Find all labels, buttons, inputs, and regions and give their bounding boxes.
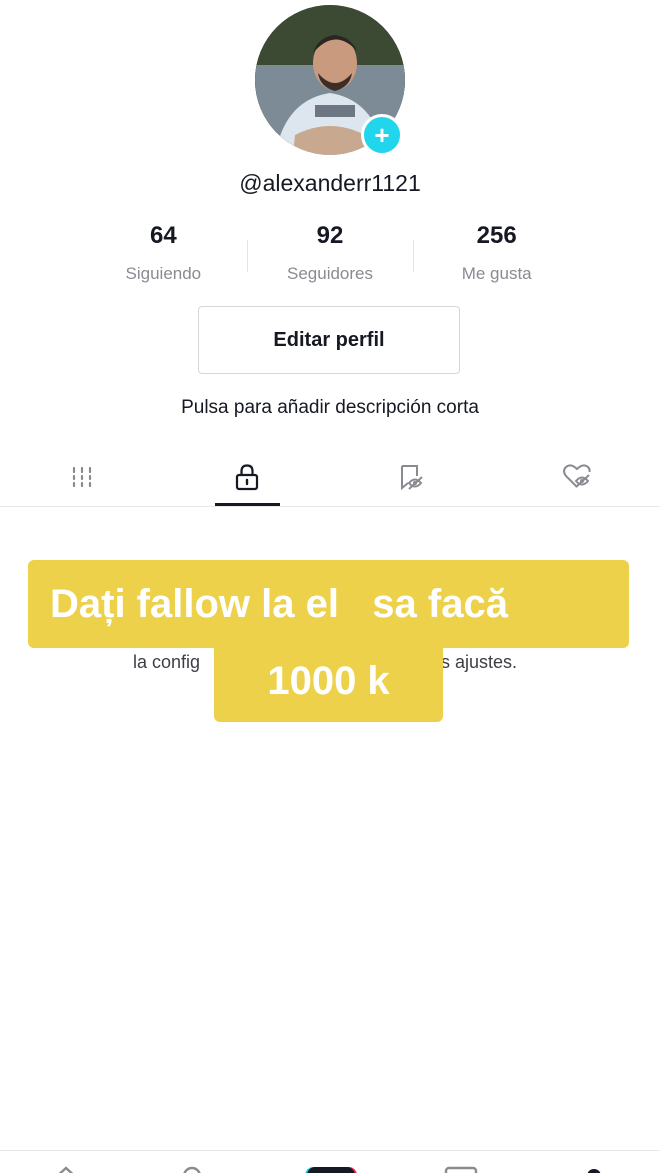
stat-likes[interactable]: 256 Me gusta [413,222,580,292]
heart-hidden-icon [563,464,591,488]
tab-liked[interactable] [543,448,613,506]
overlay-caption-line2: 1000 k [214,640,443,722]
tab-videos[interactable] [47,448,117,506]
stat-followers-label: Seguidores [287,264,374,283]
stat-followers[interactable]: 92 Seguidores [246,222,414,292]
add-bio-prompt[interactable]: Pulsa para añadir descripción corta [0,397,660,419]
active-tab-indicator [215,503,280,506]
profile-tabs [0,448,660,507]
overlay-caption-line1: Dați fallow la el sa facă [28,560,629,648]
bookmark-hidden-icon [401,465,423,491]
lock-icon [235,464,259,491]
stat-likes-value: 256 [476,222,517,249]
bottom-nav [0,1150,660,1173]
tab-private[interactable] [212,448,282,506]
grid-icon [72,466,92,488]
stat-following-value: 64 [149,222,177,249]
private-notice-right: s ajustes. [441,652,518,672]
stat-followers-value: 92 [316,222,344,249]
tab-saved[interactable] [377,448,447,506]
private-notice-left: la config [133,652,201,672]
username: @alexanderr1121 [239,170,421,196]
add-avatar-button[interactable]: + [361,114,403,156]
stats-row: 64 Siguiendo 92 Seguidores 256 Me gusta [80,222,580,292]
stat-following[interactable]: 64 Siguiendo [80,222,247,292]
stat-likes-label: Me gusta [461,264,532,283]
stat-following-label: Siguiendo [125,264,202,283]
edit-profile-button[interactable]: Editar perfil [198,306,460,374]
